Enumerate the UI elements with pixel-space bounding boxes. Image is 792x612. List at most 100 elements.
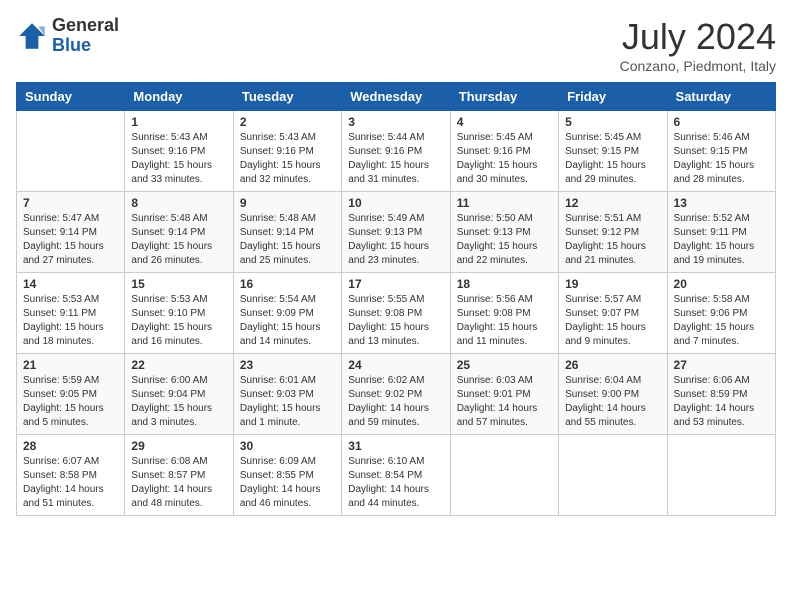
month-title: July 2024 [620,16,776,58]
calendar-cell: 2Sunrise: 5:43 AMSunset: 9:16 PMDaylight… [233,111,341,192]
day-info: Sunrise: 5:55 AMSunset: 9:08 PMDaylight:… [348,293,443,349]
day-info: Sunrise: 5:45 AMSunset: 9:15 PMDaylight:… [565,131,660,187]
calendar-cell [17,111,125,192]
day-info: Sunrise: 6:08 AMSunset: 8:57 PMDaylight:… [131,455,226,511]
calendar-cell: 23 Sunrise: 6:01 AMSunset: 9:03 PMDayligh… [233,354,341,435]
day-number: 30 [240,439,335,453]
calendar-table: SundayMondayTuesdayWednesdayThursdayFrid… [16,82,776,516]
day-info: Sunrise: 5:45 AMSunset: 9:16 PMDaylight:… [457,131,552,187]
day-number: 20 [674,277,769,291]
day-info: Sunrise: 5:58 AMSunset: 9:06 PMDaylight:… [674,293,769,349]
calendar-cell: 31 Sunrise: 6:10 AMSunset: 8:54 PMDayligh… [342,435,450,516]
day-info: Sunrise: 5:56 AMSunset: 9:08 PMDaylight:… [457,293,552,349]
day-info: Sunrise: 5:57 AMSunset: 9:07 PMDaylight:… [565,293,660,349]
day-number: 23 [240,358,335,372]
day-number: 27 [674,358,769,372]
day-info: Sunrise: 5:53 AMSunset: 9:10 PMDaylight:… [131,293,226,349]
day-info: Sunrise: 5:43 AMSunset: 9:16 PMDaylight:… [131,131,226,187]
calendar-cell: 21 Sunrise: 5:59 AMSunset: 9:05 PMDayligh… [17,354,125,435]
day-number: 2 [240,115,335,129]
day-number: 15 [131,277,226,291]
day-number: 24 [348,358,443,372]
day-info: Sunrise: 5:53 AMSunset: 9:11 PMDaylight:… [23,293,118,349]
calendar-cell: 18 Sunrise: 5:56 AMSunset: 9:08 PMDayligh… [450,273,558,354]
title-block: July 2024 Conzano, Piedmont, Italy [620,16,776,74]
day-number: 26 [565,358,660,372]
calendar-week-row: 7Sunrise: 5:47 AMSunset: 9:14 PMDaylight… [17,192,776,273]
day-info: Sunrise: 5:48 AMSunset: 9:14 PMDaylight:… [131,212,226,268]
day-info: Sunrise: 6:00 AMSunset: 9:04 PMDaylight:… [131,374,226,430]
calendar-cell: 10 Sunrise: 5:49 AMSunset: 9:13 PMDayligh… [342,192,450,273]
day-number: 21 [23,358,118,372]
day-number: 31 [348,439,443,453]
calendar-cell: 30 Sunrise: 6:09 AMSunset: 8:55 PMDayligh… [233,435,341,516]
day-number: 25 [457,358,552,372]
day-number: 11 [457,196,552,210]
calendar-week-row: 21 Sunrise: 5:59 AMSunset: 9:05 PMDayligh… [17,354,776,435]
calendar-day-header: Friday [559,83,667,111]
day-info: Sunrise: 6:02 AMSunset: 9:02 PMDaylight:… [348,374,443,430]
day-info: Sunrise: 6:09 AMSunset: 8:55 PMDaylight:… [240,455,335,511]
calendar-cell: 29 Sunrise: 6:08 AMSunset: 8:57 PMDayligh… [125,435,233,516]
calendar-cell: 17 Sunrise: 5:55 AMSunset: 9:08 PMDayligh… [342,273,450,354]
calendar-cell: 6Sunrise: 5:46 AMSunset: 9:15 PMDaylight… [667,111,775,192]
calendar-cell: 20 Sunrise: 5:58 AMSunset: 9:06 PMDayligh… [667,273,775,354]
calendar-cell: 9Sunrise: 5:48 AMSunset: 9:14 PMDaylight… [233,192,341,273]
calendar-week-row: 14Sunrise: 5:53 AMSunset: 9:11 PMDayligh… [17,273,776,354]
calendar-cell: 8 Sunrise: 5:48 AMSunset: 9:14 PMDaylight… [125,192,233,273]
calendar-cell: 14Sunrise: 5:53 AMSunset: 9:11 PMDayligh… [17,273,125,354]
calendar-cell: 1 Sunrise: 5:43 AMSunset: 9:16 PMDaylight… [125,111,233,192]
day-info: Sunrise: 6:10 AMSunset: 8:54 PMDaylight:… [348,455,443,511]
day-number: 4 [457,115,552,129]
day-number: 17 [348,277,443,291]
calendar-cell: 26 Sunrise: 6:04 AMSunset: 9:00 PMDayligh… [559,354,667,435]
calendar-cell: 12Sunrise: 5:51 AMSunset: 9:12 PMDayligh… [559,192,667,273]
day-number: 29 [131,439,226,453]
day-number: 10 [348,196,443,210]
calendar-week-row: 1 Sunrise: 5:43 AMSunset: 9:16 PMDaylight… [17,111,776,192]
day-number: 5 [565,115,660,129]
day-number: 3 [348,115,443,129]
calendar-cell: 28 Sunrise: 6:07 AMSunset: 8:58 PMDayligh… [17,435,125,516]
calendar-day-header: Monday [125,83,233,111]
day-info: Sunrise: 6:01 AMSunset: 9:03 PMDaylight:… [240,374,335,430]
day-number: 16 [240,277,335,291]
calendar-cell [450,435,558,516]
day-info: Sunrise: 5:54 AMSunset: 9:09 PMDaylight:… [240,293,335,349]
calendar-cell: 3Sunrise: 5:44 AMSunset: 9:16 PMDaylight… [342,111,450,192]
day-info: Sunrise: 6:07 AMSunset: 8:58 PMDaylight:… [23,455,118,511]
logo-general-text: General [52,16,119,36]
day-info: Sunrise: 6:06 AMSunset: 8:59 PMDaylight:… [674,374,769,430]
calendar-day-header: Saturday [667,83,775,111]
logo-icon [16,20,48,52]
calendar-cell [559,435,667,516]
calendar-cell: 19 Sunrise: 5:57 AMSunset: 9:07 PMDayligh… [559,273,667,354]
day-number: 8 [131,196,226,210]
day-number: 19 [565,277,660,291]
calendar-day-header: Wednesday [342,83,450,111]
day-info: Sunrise: 5:59 AMSunset: 9:05 PMDaylight:… [23,374,118,430]
calendar-cell: 11Sunrise: 5:50 AMSunset: 9:13 PMDayligh… [450,192,558,273]
day-number: 13 [674,196,769,210]
day-number: 22 [131,358,226,372]
day-number: 6 [674,115,769,129]
calendar-day-header: Sunday [17,83,125,111]
logo: General Blue [16,16,119,56]
day-number: 1 [131,115,226,129]
page-header: General Blue July 2024 Conzano, Piedmont… [16,16,776,74]
calendar-cell: 15 Sunrise: 5:53 AMSunset: 9:10 PMDayligh… [125,273,233,354]
day-info: Sunrise: 5:49 AMSunset: 9:13 PMDaylight:… [348,212,443,268]
calendar-cell: 13Sunrise: 5:52 AMSunset: 9:11 PMDayligh… [667,192,775,273]
calendar-cell: 5 Sunrise: 5:45 AMSunset: 9:15 PMDaylight… [559,111,667,192]
calendar-day-header: Tuesday [233,83,341,111]
calendar-cell: 24 Sunrise: 6:02 AMSunset: 9:02 PMDayligh… [342,354,450,435]
day-number: 28 [23,439,118,453]
logo-blue-text: Blue [52,36,119,56]
calendar-cell [667,435,775,516]
day-info: Sunrise: 6:03 AMSunset: 9:01 PMDaylight:… [457,374,552,430]
day-number: 18 [457,277,552,291]
day-info: Sunrise: 5:51 AMSunset: 9:12 PMDaylight:… [565,212,660,268]
calendar-cell: 25 Sunrise: 6:03 AMSunset: 9:01 PMDayligh… [450,354,558,435]
day-info: Sunrise: 6:04 AMSunset: 9:00 PMDaylight:… [565,374,660,430]
calendar-cell: 7Sunrise: 5:47 AMSunset: 9:14 PMDaylight… [17,192,125,273]
